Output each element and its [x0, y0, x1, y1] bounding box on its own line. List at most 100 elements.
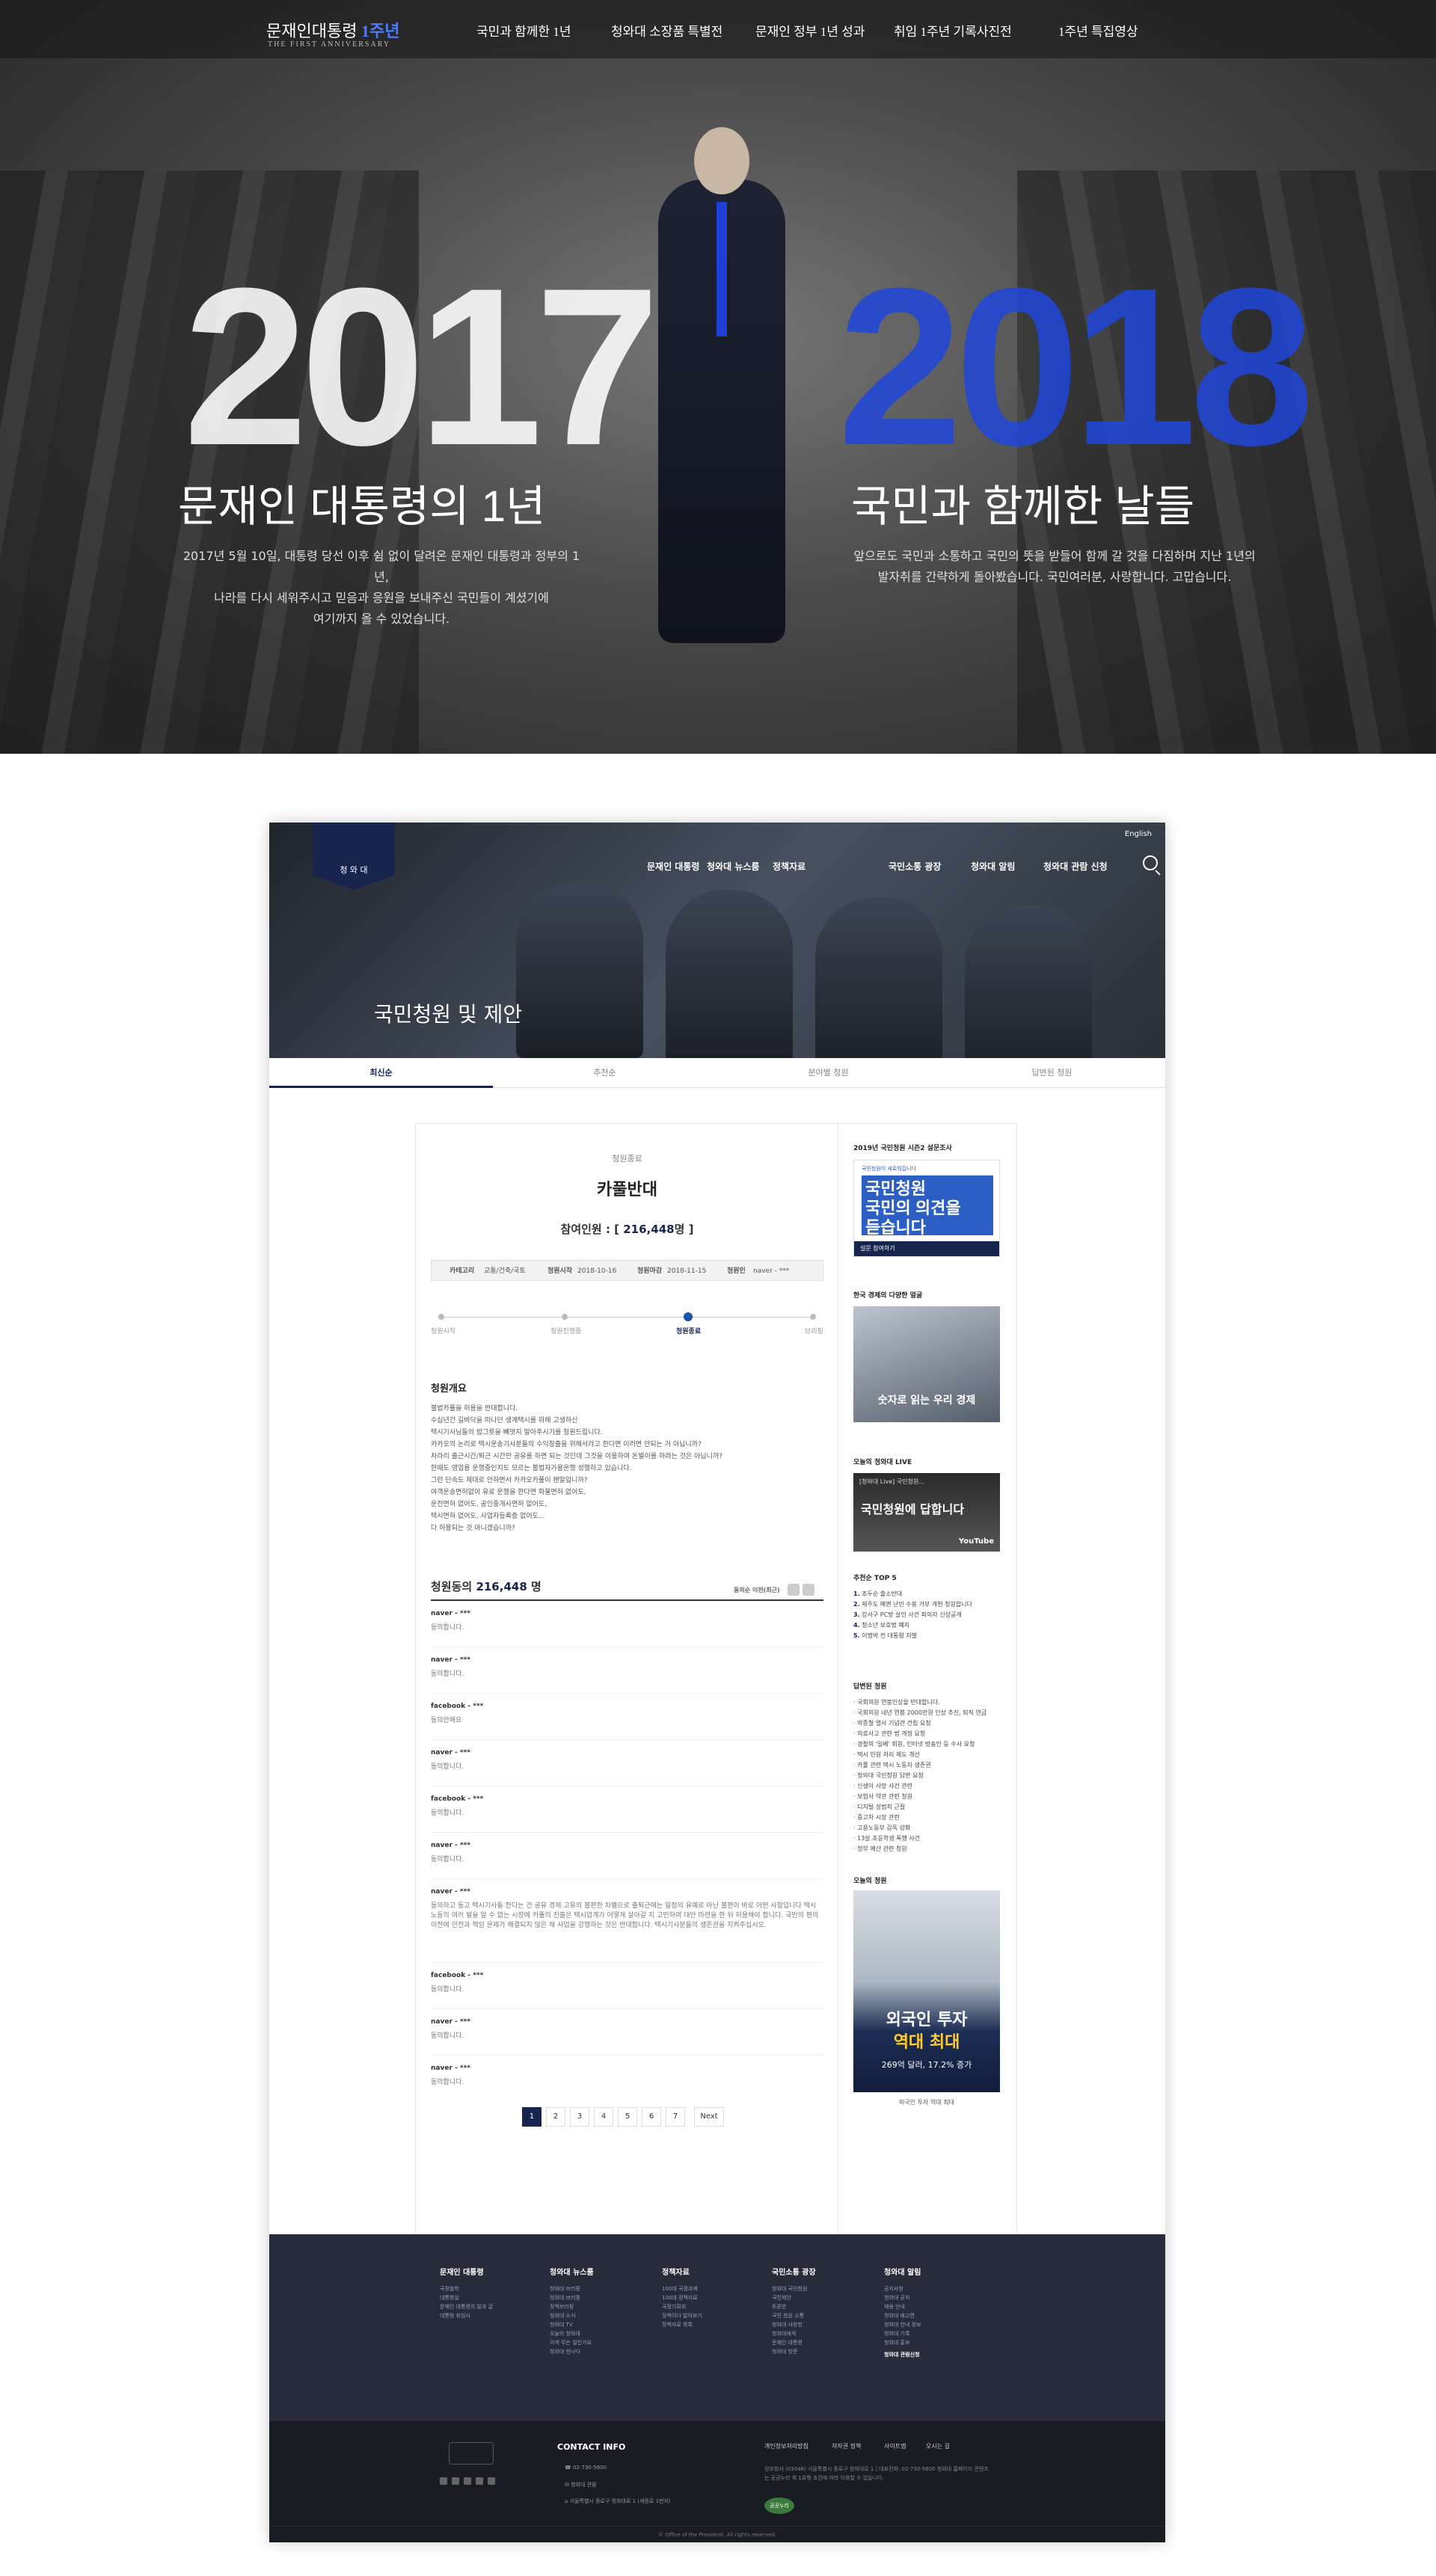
twitter-share-icon[interactable] [803, 1584, 814, 1596]
list-item[interactable]: · 국회의원 연봉인상을 반대합니다. [853, 1697, 1003, 1708]
list-item[interactable]: · 중고차 시장 관련 [853, 1813, 1003, 1823]
page-6-button[interactable]: 6 [642, 2107, 661, 2127]
site-nav-policy[interactable]: 정책자료 [773, 860, 806, 873]
tour-apply-link[interactable]: 청와대 관람신청 [884, 2350, 989, 2359]
footer-link[interactable]: 토론방 [772, 2302, 877, 2311]
list-item[interactable]: · 신생아 사망 사건 관련 [853, 1781, 1003, 1792]
site-logo[interactable]: 문재인대통령 1주년 [266, 18, 399, 42]
page-2-button[interactable]: 2 [546, 2107, 565, 2127]
list-item[interactable]: · 보험사 약관 관련 청원 [853, 1792, 1003, 1802]
page-4-button[interactable]: 4 [594, 2107, 613, 2127]
footer-link[interactable]: 청와대 브리핑 [550, 2284, 654, 2293]
footer-link[interactable]: 공지사항 [884, 2284, 989, 2293]
footer-link[interactable]: 국정기획위 [662, 2302, 767, 2311]
privacy-link[interactable]: 개인정보처리방침 [764, 2442, 808, 2450]
facebook-share-icon[interactable] [788, 1584, 800, 1596]
page-5-button[interactable]: 5 [618, 2107, 637, 2127]
tab-latest[interactable]: 최신순 [269, 1058, 493, 1088]
search-icon[interactable] [1143, 855, 1158, 870]
next-page-button[interactable]: Next [694, 2107, 724, 2127]
footer-link[interactable]: 대통령실 [440, 2293, 544, 2302]
list-item[interactable]: · 디지털 성범죄 근절 [853, 1802, 1003, 1813]
footer-link[interactable]: 청와대 국민청원 [772, 2284, 877, 2293]
site-nav-tour[interactable]: 청와대 관람 신청 [1043, 860, 1108, 873]
instagram-icon[interactable] [476, 2477, 483, 2485]
footer-link[interactable]: 문재인 대통령 [772, 2338, 877, 2347]
footer-link[interactable]: 청와대 예고편 [884, 2311, 989, 2320]
directions-link[interactable]: 오시는 길 [926, 2442, 950, 2450]
footer-link[interactable]: 정책브리핑 [550, 2302, 654, 2311]
list-item[interactable]: · 국회의원 내년 연봉 2000만원 인상 추진, 퇴직 연금 [853, 1708, 1003, 1718]
blog-icon[interactable] [488, 2477, 495, 2485]
nav-item-video[interactable]: 1주년 특집영상 [1058, 21, 1138, 40]
live-video-banner[interactable]: [청와대 Live] 국민청원... 국민청원에 답합니다 YouTube [853, 1473, 1000, 1552]
list-item[interactable]: 1. 조두순 출소반대 [853, 1589, 1003, 1599]
footer-link[interactable]: 청와대 만나다 [550, 2347, 654, 2356]
twitter-icon[interactable] [452, 2477, 459, 2485]
list-item[interactable]: 5. 이명박 전 대통령 처벌 [853, 1631, 1003, 1641]
footer-link[interactable]: 청와대 TV [550, 2320, 654, 2329]
tab-answered[interactable]: 답변된 청원 [940, 1058, 1164, 1088]
copyright-link[interactable]: 저작권 정책 [832, 2442, 861, 2450]
footer-link[interactable]: 청와대 브리핑 [550, 2293, 654, 2302]
sort-toggle[interactable]: 동의순 이전(최근) [734, 1586, 780, 1594]
list-item[interactable]: · 택시 민원 처리 제도 개선 [853, 1750, 1003, 1760]
site-nav-notice[interactable]: 청와대 알림 [971, 860, 1015, 873]
investment-banner[interactable]: 외국인 투자 역대 최대 269억 달러, 17.2% 증가 [853, 1890, 1000, 2092]
page-7-button[interactable]: 7 [666, 2107, 685, 2127]
page-3-button[interactable]: 3 [570, 2107, 589, 2127]
footer-link[interactable]: 청와대 사랑방 [772, 2320, 877, 2329]
footer-link[interactable]: 청와대 안내 정보 [884, 2320, 989, 2329]
list-item[interactable]: · 청와대 국민청원 답변 요청 [853, 1771, 1003, 1781]
list-item[interactable]: 3. 강서구 PC방 살인 사건 피의자 신상공개 [853, 1610, 1003, 1620]
nav-item-achievements[interactable]: 문재인 정부 1년 성과 [755, 21, 865, 40]
footer-link[interactable]: 청와대 소식 [550, 2311, 654, 2320]
list-item[interactable]: · 박종철 열사 기념관 건립 요청 [853, 1718, 1003, 1729]
footer-link[interactable]: 100대 국정과제 [662, 2284, 767, 2293]
footer-link[interactable]: 대통령 취임사 [440, 2311, 544, 2320]
list-item[interactable]: · 고용노동부 감독 강화 [853, 1823, 1003, 1833]
step-label-current: 청원종료 [676, 1328, 702, 1335]
footer-link[interactable]: 청와대 방문 [772, 2347, 877, 2356]
list-item[interactable]: · 13살 초등학생 폭행 사건 [853, 1833, 1003, 1844]
footer-link[interactable]: 청와대에게 [772, 2329, 877, 2338]
list-item[interactable]: 4. 청소년 보호법 폐지 [853, 1620, 1003, 1631]
footer-link[interactable]: 정책이다 알아보기 [662, 2311, 767, 2320]
tab-category[interactable]: 분야별 청원 [717, 1058, 940, 1088]
footer-link[interactable]: 청와대 기록 [884, 2329, 989, 2338]
list-item[interactable]: 2. 제주도 예멘 난민 수용 거부 개헌 청원합니다 [853, 1599, 1003, 1610]
english-link[interactable]: English [1125, 830, 1152, 838]
youtube-icon[interactable] [464, 2477, 471, 2485]
footer-link[interactable]: 100대 정책자료 [662, 2293, 767, 2302]
nav-item-collection[interactable]: 청와대 소장품 특별전 [611, 21, 722, 40]
list-item[interactable]: · 경찰의 '일베' 회원, 인터넷 방송인 등 수사 요청 [853, 1739, 1003, 1750]
page-1-button[interactable]: 1 [522, 2107, 541, 2127]
main-area: 청원종료 카풀반대 참여인원 : [ 216,448명 ] 카테고리 교통/건축/… [415, 1123, 1017, 2350]
survey-banner[interactable]: 국민청원이 새로워집니다 국민청원 국민의 의견을 듣습니다 설문 참여하기 [853, 1160, 1000, 1257]
cheongwadae-logo[interactable]: 청 와 대 [313, 823, 395, 890]
economy-banner[interactable]: 숫자로 읽는 우리 경제 [853, 1306, 1000, 1422]
tab-recommended[interactable]: 추천순 [493, 1058, 717, 1088]
facebook-icon[interactable] [440, 2477, 447, 2485]
site-nav-newsroom[interactable]: 청와대 뉴스룸 [707, 860, 759, 873]
footer-link[interactable]: 오늘의 청와대 [550, 2329, 654, 2338]
list-item[interactable]: · 카풀 관련 택시 노동자 생존권 [853, 1760, 1003, 1771]
nav-item-photo-exhibit[interactable]: 취임 1주년 기록사진전 [894, 21, 1012, 40]
footer-link[interactable]: 이게 무슨 일인가요 [550, 2338, 654, 2347]
footer-link[interactable]: 국민 청원 소통 [772, 2311, 877, 2320]
site-nav-president[interactable]: 문재인 대통령 [647, 860, 699, 873]
sitemap-link[interactable]: 사이트맵 [884, 2442, 906, 2450]
site-nav-plaza[interactable]: 국민소통 광장 [889, 860, 941, 873]
list-item[interactable]: · 의료사고 관련 법 개정 요청 [853, 1729, 1003, 1739]
nav-item-with-people[interactable]: 국민과 함께한 1년 [476, 21, 571, 40]
footer-link[interactable]: 국정철학 [440, 2284, 544, 2293]
footer-link[interactable]: 정책자료 목록 [662, 2320, 767, 2329]
footer-link[interactable]: 문재인 대통령의 말과 글 [440, 2302, 544, 2311]
contact-phone: ☎ 02-730-5800 [565, 2465, 607, 2471]
footer-link[interactable]: 채용 안내 [884, 2302, 989, 2311]
footer-link[interactable]: 청와대 홍보 [884, 2338, 989, 2347]
list-item[interactable]: · 정부 예산 관련 청원 [853, 1844, 1003, 1854]
footer-link[interactable]: 국민제안 [772, 2293, 877, 2302]
website-mockup: 청 와 대 English 문재인 대통령 청와대 뉴스룸 정책자료 국민소통 … [269, 823, 1165, 2542]
footer-link[interactable]: 청와대 공지 [884, 2293, 989, 2302]
